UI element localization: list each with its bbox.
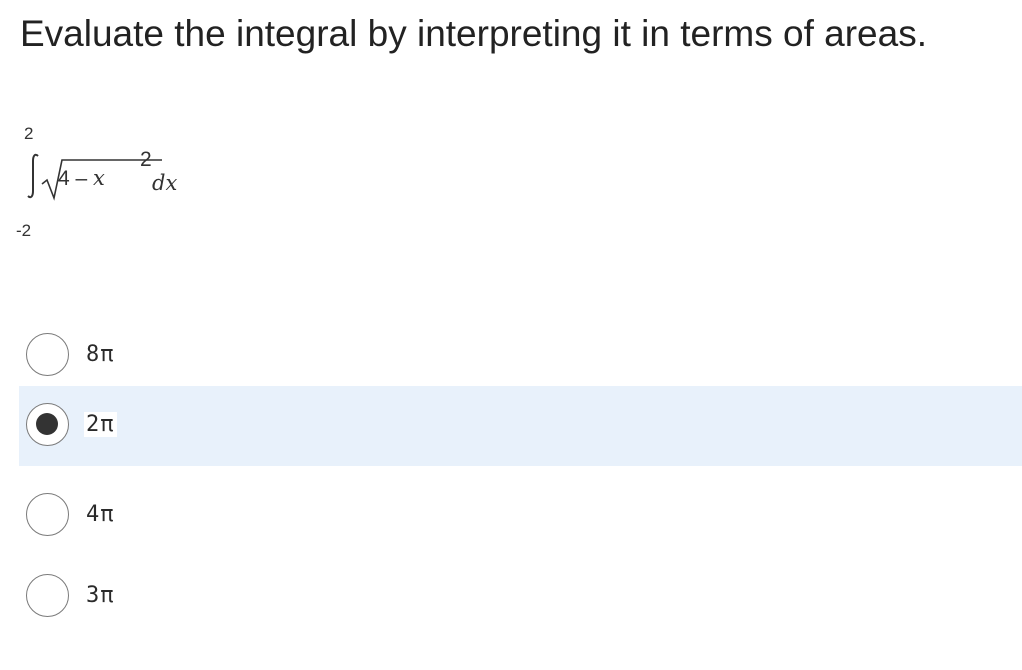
radio-button[interactable] <box>26 574 69 617</box>
variable-x: x <box>93 166 105 190</box>
radio-button[interactable] <box>26 333 69 376</box>
upper-limit: 2 <box>24 124 34 143</box>
differential: dx <box>152 171 178 195</box>
answer-option-4[interactable]: 3π <box>19 557 1022 637</box>
answer-label: 3π <box>86 583 115 608</box>
radio-button-selected[interactable] <box>26 403 69 446</box>
answer-label: 2π <box>84 412 117 437</box>
answer-option-2[interactable]: 2π <box>19 386 1022 466</box>
radicand: 4 – x <box>58 166 105 191</box>
integral-sign-icon <box>27 153 39 199</box>
integral-expression: 2 4 – x 2 dx -2 <box>14 120 274 250</box>
radio-button[interactable] <box>26 493 69 536</box>
question-text: Evaluate the integral by interpreting it… <box>20 13 927 54</box>
answer-option-3[interactable]: 4π <box>19 476 1022 556</box>
exponent: 2 <box>140 148 152 171</box>
lower-limit: -2 <box>16 221 32 240</box>
radio-dot-icon <box>36 413 58 435</box>
answer-label: 8π <box>86 342 115 367</box>
radicand-prefix: 4 – <box>58 167 94 190</box>
answer-option-1[interactable]: 8π <box>19 316 1022 396</box>
answer-label: 4π <box>86 502 115 527</box>
